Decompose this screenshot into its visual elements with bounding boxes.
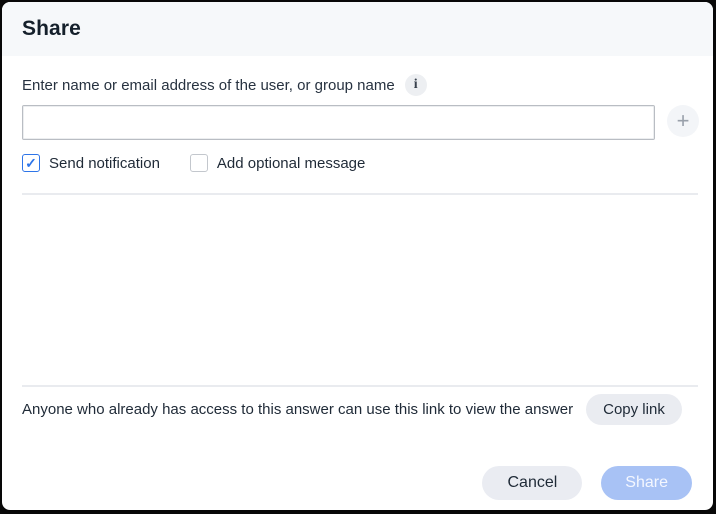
add-optional-message-checkbox[interactable]: ✓ Add optional message: [190, 154, 365, 172]
divider-top: [22, 193, 698, 195]
divider-bottom: [22, 385, 698, 387]
recipient-input[interactable]: [22, 105, 655, 140]
link-share-row: Anyone who already has access to this an…: [22, 394, 698, 425]
info-icon[interactable]: i: [405, 74, 427, 96]
share-button[interactable]: Share: [601, 466, 692, 500]
recipient-field-label: Enter name or email address of the user,…: [22, 77, 395, 94]
dialog-footer: Cancel Share: [482, 466, 692, 500]
cancel-button[interactable]: Cancel: [482, 466, 582, 500]
checkbox-row: ✓ Send notification ✓ Add optional messa…: [22, 154, 365, 172]
copy-link-button[interactable]: Copy link: [586, 394, 682, 425]
add-optional-message-label: Add optional message: [217, 155, 365, 172]
checkbox-box-icon[interactable]: ✓: [190, 154, 208, 172]
share-dialog: Share Enter name or email address of the…: [2, 2, 713, 510]
recipient-label-row: Enter name or email address of the user,…: [22, 74, 427, 96]
dialog-header: Share: [2, 2, 713, 56]
checkbox-box-icon[interactable]: ✓: [22, 154, 40, 172]
send-notification-label: Send notification: [49, 155, 160, 172]
send-notification-checkbox[interactable]: ✓ Send notification: [22, 154, 160, 172]
link-share-text: Anyone who already has access to this an…: [22, 401, 573, 418]
add-recipient-button[interactable]: +: [667, 105, 699, 137]
dialog-title: Share: [22, 17, 81, 41]
